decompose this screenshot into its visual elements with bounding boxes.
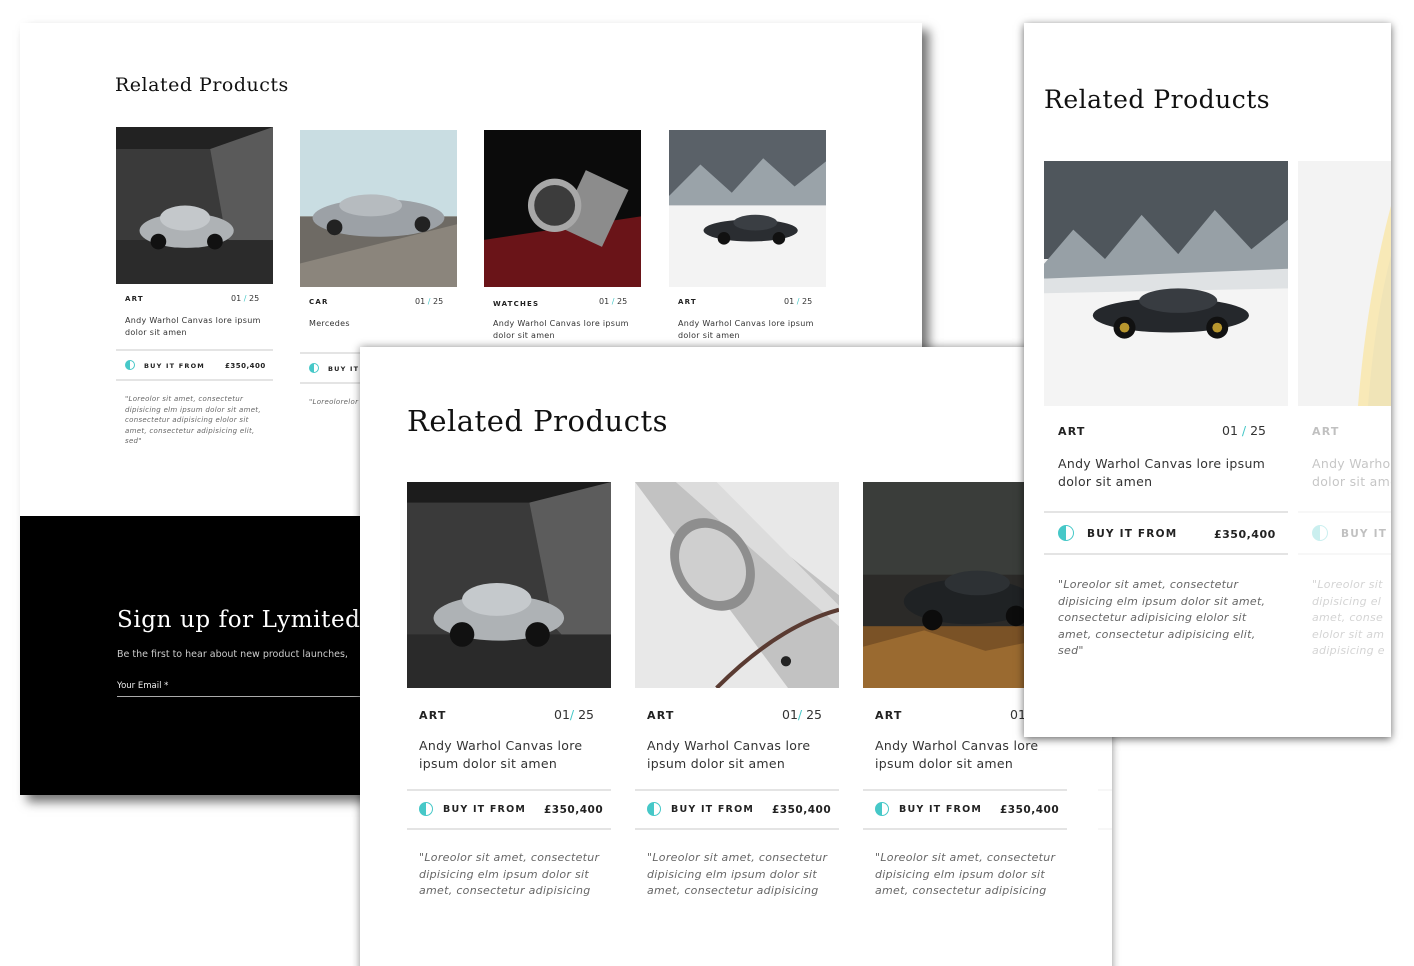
product-card[interactable]: ART 01 / 25 Andy Warhol Canvas lore ipsu…: [1044, 161, 1288, 681]
buy-button[interactable]: BUY IT: [328, 365, 359, 373]
product-title[interactable]: Andy Warhol Canvas lore ipsum dolor sit …: [678, 318, 823, 341]
product-price: £350,400: [772, 804, 832, 816]
buy-button[interactable]: BUY IT FROM: [899, 804, 982, 815]
product-price: £350,400: [1214, 528, 1276, 541]
buy-icon: [1312, 525, 1328, 541]
product-count: 01 / 25: [231, 294, 260, 303]
product-category: ART: [1312, 425, 1340, 438]
divider: [407, 828, 611, 830]
product-quote: "Loreolor sit amet, consectetur dipisici…: [1058, 578, 1266, 657]
page-title: Related Products: [407, 404, 669, 438]
product-count: 01 / 25: [784, 297, 813, 306]
product-price: £350,400: [1000, 804, 1060, 816]
product-card[interactable]: ART 01/ 25 Andy Warhol Canvas lore ipsum…: [635, 482, 839, 922]
product-quote: "Loreolor sit amet, consectetur dipisici…: [419, 851, 600, 897]
product-image[interactable]: [1298, 161, 1391, 406]
buy-icon: [125, 360, 135, 370]
product-card[interactable]: ART 01/ 25 Andy Warhol Canvas lore ipsum…: [407, 482, 611, 922]
product-category: ART: [125, 295, 144, 303]
divider: [116, 349, 273, 351]
buy-icon: [309, 363, 319, 373]
product-price: £350,400: [544, 804, 604, 816]
product-category: ART: [875, 709, 903, 722]
divider: [116, 379, 273, 381]
product-title[interactable]: Andy Warhol Canvas lore ipsum dolor sit …: [875, 737, 1065, 773]
product-category: ART: [647, 709, 675, 722]
divider: [635, 789, 839, 791]
buy-icon: [419, 802, 433, 816]
product-count: 01/ 25: [782, 707, 823, 722]
product-title[interactable]: Andy Warhol Canvas lore ipsum dolor sit …: [647, 737, 837, 773]
product-image[interactable]: [1044, 161, 1288, 406]
product-card[interactable]: ART Andy Warhol Canvas lore ipsum dolor …: [1298, 161, 1391, 681]
product-image[interactable]: [300, 130, 457, 287]
product-title[interactable]: Andy Warhol Canvas lore ipsum dolor sit …: [493, 318, 638, 341]
product-title[interactable]: Andy Warhol Canvas lore ipsum dolor sit …: [1312, 455, 1391, 491]
divider: [1298, 553, 1391, 555]
product-title[interactable]: Andy Warhol Canvas lore ipsum dolor sit …: [125, 315, 270, 338]
product-quote: "Loreolor sit amet, consectetur dipisici…: [125, 395, 261, 445]
product-image[interactable]: [116, 127, 273, 284]
divider: [1098, 789, 1112, 791]
product-title[interactable]: Andy Warhol Canvas lore ipsum dolor sit …: [1058, 455, 1288, 491]
product-card[interactable]: ART 01 / 25 Andy Warhol Canvas lore ipsu…: [669, 130, 826, 350]
buy-button[interactable]: BUY IT FROM: [1087, 528, 1177, 540]
product-count: 01 / 25: [415, 297, 444, 306]
product-card[interactable]: ART 01 / 25 Andy Warhol Canvas lore ipsu…: [116, 127, 273, 457]
product-category: WATCHES: [493, 300, 540, 308]
product-quote: "Loreolor sit amet, consectetur dipisici…: [875, 851, 1056, 897]
buy-icon: [1058, 525, 1074, 541]
buy-button[interactable]: BUY IT: [1341, 528, 1387, 540]
signup-title: Sign up for Lymited n: [117, 607, 384, 633]
divider: [863, 828, 1067, 830]
product-image[interactable]: [635, 482, 839, 688]
buy-icon: [647, 802, 661, 816]
mobile-page-panel: Related Products ART 01 / 25 Andy Warhol…: [1024, 23, 1391, 737]
product-quote: "Loreolor sit amet, consectetur dipisici…: [647, 851, 828, 897]
product-count: 01 / 25: [1222, 423, 1266, 438]
product-price: £350,400: [225, 362, 266, 370]
product-image[interactable]: [669, 130, 826, 287]
product-count: 01/ 25: [554, 707, 595, 722]
product-count: 01 / 25: [599, 297, 628, 306]
buy-button[interactable]: BUY IT FROM: [443, 804, 526, 815]
divider: [1098, 828, 1112, 830]
divider: [1044, 511, 1288, 513]
product-category: CAR: [309, 298, 329, 306]
divider: [1298, 511, 1391, 513]
page-title: Related Products: [115, 74, 289, 96]
product-category: ART: [1058, 425, 1086, 438]
product-quote: "Loreolor sit dipisicing el amet, conse …: [1312, 578, 1385, 657]
product-title[interactable]: Andy Warhol Canvas lore ipsum dolor sit …: [419, 737, 609, 773]
divider: [863, 789, 1067, 791]
email-label: Your Email *: [117, 681, 169, 691]
product-image[interactable]: [484, 130, 641, 287]
signup-subtitle: Be the first to hear about new product l…: [117, 649, 348, 660]
product-card[interactable]: WATCHES 01 / 25 Andy Warhol Canvas lore …: [484, 130, 641, 350]
divider: [635, 828, 839, 830]
front-page-panel: Related Products ART 01/ 25 Andy Warhol …: [360, 347, 1112, 966]
product-image[interactable]: [407, 482, 611, 688]
divider: [1044, 553, 1288, 555]
email-field[interactable]: [117, 696, 377, 697]
buy-button[interactable]: BUY IT FROM: [671, 804, 754, 815]
product-title[interactable]: Mercedes: [309, 318, 454, 330]
buy-button[interactable]: BUY IT FROM: [144, 362, 205, 370]
page-title: Related Products: [1044, 85, 1271, 114]
buy-icon: [875, 802, 889, 816]
divider: [407, 789, 611, 791]
product-category: ART: [678, 298, 697, 306]
product-category: ART: [419, 709, 447, 722]
